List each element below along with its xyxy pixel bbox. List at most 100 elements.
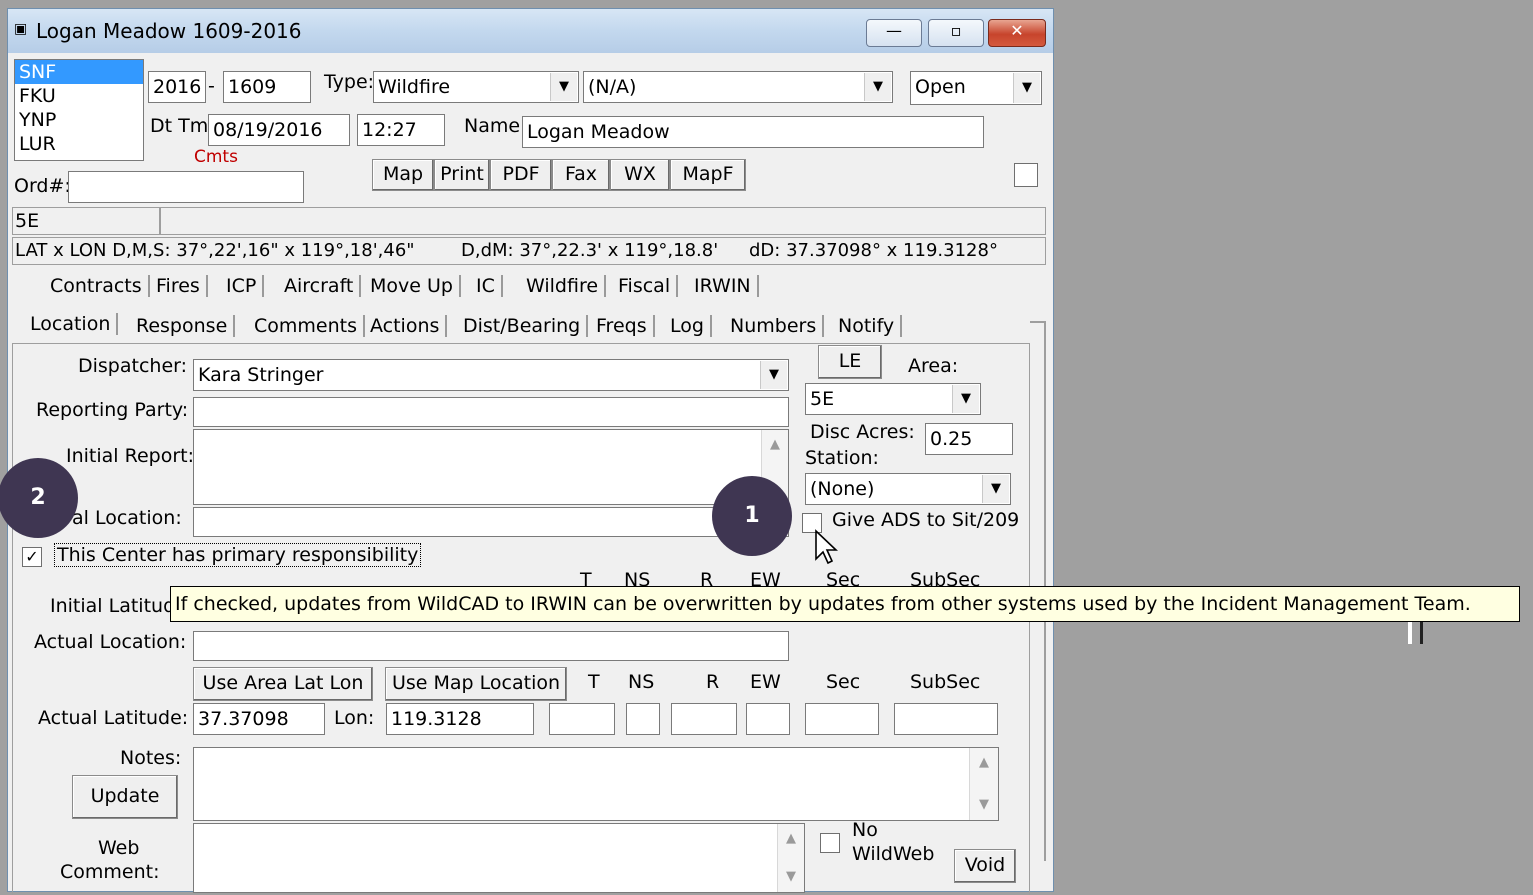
initial-report-textarea[interactable]: ▲ (193, 429, 789, 505)
coords-dms: LAT x LON D,M,S: 37°,22',16" x 119°,18',… (15, 240, 415, 261)
wx-button[interactable]: WX (610, 159, 670, 191)
toolbar-checkbox[interactable] (1014, 163, 1038, 187)
type-select[interactable]: Wildfire ▼ (373, 71, 579, 103)
trs-header-subsec: SubSec (910, 671, 981, 693)
initial-report-label: Initial Report: (66, 445, 194, 467)
actual-latitude-field[interactable]: 37.37098 (193, 703, 325, 735)
tab-numbers[interactable]: Numbers (724, 315, 825, 337)
tab-irwin[interactable]: IRWIN (688, 275, 759, 297)
actual-location-field[interactable] (193, 631, 789, 661)
scroll-up-icon[interactable]: ▲ (786, 824, 796, 854)
notes-label: Notes: (120, 747, 182, 769)
scroll-down-icon[interactable]: ▼ (786, 862, 796, 892)
status-select[interactable]: Open ▼ (910, 71, 1042, 105)
actual-longitude-field[interactable]: 119.3128 (386, 703, 534, 735)
incident-number-field[interactable]: 1609 (223, 71, 311, 103)
tab-notify[interactable]: Notify (832, 315, 903, 337)
reporting-party-field[interactable] (193, 397, 789, 427)
ew-field[interactable] (746, 703, 790, 735)
tab-fires[interactable]: Fires (150, 275, 208, 297)
list-item[interactable]: LUR (15, 132, 143, 156)
restore-button[interactable]: ▫ (928, 19, 984, 47)
fax-button[interactable]: Fax (552, 159, 610, 191)
name-field[interactable]: Logan Meadow (522, 116, 984, 148)
subtype-select[interactable]: (N/A) ▼ (583, 71, 893, 103)
update-button[interactable]: Update (72, 775, 178, 819)
tab-dist-bearing[interactable]: Dist/Bearing (457, 315, 589, 337)
list-item-selected[interactable]: SNF (15, 60, 143, 84)
chevron-down-icon[interactable]: ▼ (760, 361, 787, 389)
close-button[interactable]: ✕ (988, 19, 1046, 47)
step-badge-1: 1 (712, 476, 792, 556)
tab-log[interactable]: Log (664, 315, 712, 337)
scroll-up-icon[interactable]: ▲ (770, 430, 780, 460)
notes-textarea[interactable]: ▲ ▼ (193, 747, 999, 821)
dispatcher-value: Kara Stringer (198, 364, 324, 386)
tab-wildfire[interactable]: Wildfire (520, 275, 607, 297)
tab-aircraft[interactable]: Aircraft (278, 275, 362, 297)
chevron-down-icon[interactable]: ▼ (550, 73, 577, 101)
time-field[interactable]: 12:27 (357, 114, 445, 146)
chevron-down-icon[interactable]: ▼ (952, 385, 979, 413)
date-field[interactable]: 08/19/2016 (208, 114, 350, 146)
tab-contracts[interactable]: Contracts (44, 275, 150, 297)
disc-acres-field[interactable]: 0.25 (925, 423, 1013, 455)
use-area-lat-lon-button[interactable]: Use Area Lat Lon (193, 667, 373, 701)
give-ads-label[interactable]: Give ADS to Sit/209 (832, 509, 1019, 531)
year-field[interactable]: 2016 (148, 71, 206, 103)
coords-dd: dD: 37.37098° x 119.3128° (749, 240, 998, 261)
trs-header-t: T (588, 671, 600, 693)
mapf-button[interactable]: MapF (670, 159, 746, 191)
ord-field[interactable] (68, 171, 304, 203)
tab-actions[interactable]: Actions (364, 315, 448, 337)
tab-fiscal[interactable]: Fiscal (612, 275, 679, 297)
dispatch-center-list[interactable]: SNF FKU YNP LUR (14, 59, 144, 161)
range-field[interactable] (671, 703, 737, 735)
area-strip: 5E (12, 207, 1046, 235)
trs-header-ew: EW (750, 671, 781, 693)
primary-responsibility-checkbox[interactable]: ✓ (22, 547, 42, 567)
subsection-field[interactable] (894, 703, 998, 735)
scrollbar[interactable]: ▲ ▼ (969, 748, 998, 820)
list-item[interactable]: FKU (15, 84, 143, 108)
township-field[interactable] (549, 703, 615, 735)
tab-icp[interactable]: ICP (220, 275, 265, 297)
tab-freqs[interactable]: Freqs (590, 315, 655, 337)
no-label: No (852, 819, 878, 841)
ns-field[interactable] (626, 703, 660, 735)
le-button[interactable]: LE (818, 345, 882, 379)
area-label: Area: (908, 355, 959, 377)
tab-comments[interactable]: Comments (248, 315, 365, 337)
tab-ic[interactable]: IC (470, 275, 503, 297)
trs-header-ns: NS (628, 671, 655, 693)
primary-responsibility-label[interactable]: This Center has primary responsibility (54, 543, 422, 567)
initial-location-field[interactable] (193, 507, 789, 537)
chevron-down-icon[interactable]: ▼ (864, 73, 891, 101)
cmts-label[interactable]: Cmts (194, 147, 238, 167)
print-button[interactable]: Print (434, 159, 490, 191)
station-label: Station: (805, 447, 879, 469)
map-button[interactable]: Map (372, 159, 434, 191)
chevron-down-icon[interactable]: ▼ (982, 475, 1009, 503)
no-wildweb-checkbox[interactable] (820, 833, 840, 853)
area-select[interactable]: 5E ▼ (805, 383, 981, 415)
minimize-button[interactable]: — (866, 19, 922, 47)
void-button[interactable]: Void (954, 849, 1016, 883)
use-map-location-button[interactable]: Use Map Location (385, 667, 567, 701)
list-item[interactable]: YNP (15, 108, 143, 132)
tab-response[interactable]: Response (130, 315, 236, 337)
scroll-down-icon[interactable]: ▼ (979, 790, 989, 820)
web-label: Web (98, 837, 140, 859)
tab-location[interactable]: Location (24, 313, 119, 335)
chevron-down-icon[interactable]: ▼ (1013, 73, 1040, 103)
area-value: 5E (810, 388, 835, 410)
pdf-button[interactable]: PDF (490, 159, 552, 191)
tab-move-up[interactable]: Move Up (364, 275, 461, 297)
dispatcher-select[interactable]: Kara Stringer ▼ (193, 359, 789, 391)
section-field[interactable] (805, 703, 879, 735)
title-bar[interactable]: ▣ Logan Meadow 1609-2016 — ▫ ✕ (8, 9, 1053, 53)
scroll-up-icon[interactable]: ▲ (979, 748, 989, 778)
station-select[interactable]: (None) ▼ (805, 473, 1011, 505)
web-comment-textarea[interactable]: ▲ ▼ (193, 823, 805, 893)
scrollbar[interactable]: ▲ ▼ (777, 824, 804, 892)
